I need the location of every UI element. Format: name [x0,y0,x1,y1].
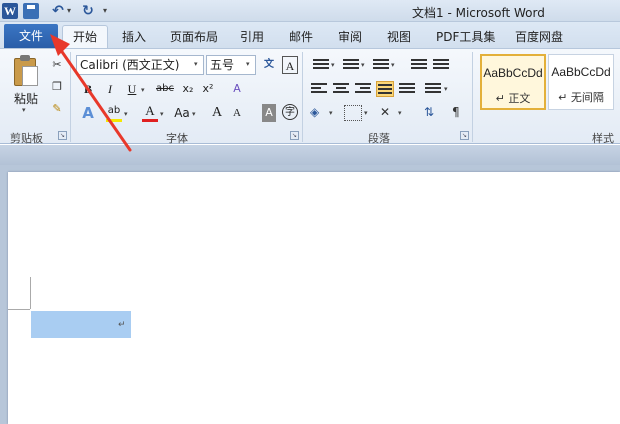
undo-dropdown-icon[interactable]: ▾ [64,3,74,19]
enclose-characters-icon[interactable]: 字 [282,104,298,120]
clear-formatting-icon[interactable]: A [228,80,246,98]
font-launcher-icon[interactable]: ↘ [290,131,299,140]
save-icon[interactable] [23,3,39,19]
multilevel-list-dropdown-icon[interactable]: ▾ [391,61,395,69]
tab-insert[interactable]: 插入 [122,27,146,47]
tab-pdf-tools[interactable]: PDF工具集 [436,27,495,47]
numbering-dropdown-icon[interactable]: ▾ [361,61,365,69]
paste-icon[interactable] [12,54,40,88]
sort-icon[interactable]: ⇅ [424,105,442,121]
increase-indent-icon[interactable] [432,57,450,73]
justify-icon[interactable] [376,81,394,97]
paragraph-group-label: 段落 [368,132,390,145]
phonetic-guide-icon[interactable]: 文 [260,56,278,74]
redo-icon[interactable]: ↻ [80,3,96,19]
tab-page-layout[interactable]: 页面布局 [170,27,218,47]
group-divider [472,52,473,142]
highlight-color-icon[interactable]: ab [106,104,122,122]
subscript-button[interactable]: x₂ [180,80,196,98]
font-name-select[interactable]: Calibri (西文正文) [76,55,204,75]
paragraph-mark: ↵ [118,320,126,330]
style-name: ↵ 无间隔 [558,91,604,104]
character-shading-icon[interactable]: A [262,104,276,122]
decrease-indent-icon[interactable] [410,57,428,73]
shrink-font-icon[interactable]: A [230,104,244,122]
customize-toolbar-icon[interactable]: ▾ [100,3,110,19]
align-center-icon[interactable] [332,81,350,97]
cut-icon[interactable]: ✂ [50,58,64,72]
italic-button[interactable]: I [104,80,116,98]
superscript-button[interactable]: x² [200,80,216,98]
borders-icon[interactable] [344,105,362,121]
paste-button-label[interactable]: 粘贴 [14,90,38,107]
styles-gallery: AaBbCcDd ↵ 正文 AaBbCcDd ↵ 无间隔 [478,54,620,112]
window-title: 文档1 - Microsoft Word [412,6,545,20]
tab-file[interactable]: 文件 [4,24,58,48]
font-color-dropdown-icon[interactable]: ▾ [160,110,164,118]
align-left-icon[interactable] [310,81,328,97]
shading-dropdown-icon[interactable]: ▾ [329,109,333,117]
font-color-icon[interactable]: A [142,104,158,122]
group-divider [302,52,303,142]
tab-review[interactable]: 审阅 [338,27,362,47]
group-divider [70,52,71,142]
text-effects-icon[interactable]: A [80,104,96,122]
font-size-dropdown-icon[interactable]: ▾ [246,60,250,68]
grow-font-icon[interactable]: A [210,104,224,122]
distributed-icon[interactable] [398,81,416,97]
style-sample: AaBbCcDd [483,66,543,80]
text-selection[interactable] [31,311,131,338]
tab-home[interactable]: 开始 [62,25,108,49]
style-no-spacing[interactable]: AaBbCcDd ↵ 无间隔 [548,54,614,110]
borders-dropdown-icon[interactable]: ▾ [364,109,368,117]
multilevel-list-icon[interactable] [372,57,390,73]
word-app-icon[interactable]: W [2,3,18,19]
tab-view[interactable]: 视图 [387,27,411,47]
paragraph-launcher-icon[interactable]: ↘ [460,131,469,140]
margin-marker [30,277,31,309]
copy-icon[interactable]: ❐ [50,80,64,94]
change-case-icon[interactable]: Aa [172,104,192,122]
show-marks-icon[interactable]: ¶ [452,105,470,121]
bullets-dropdown-icon[interactable]: ▾ [331,61,335,69]
tab-mailings[interactable]: 邮件 [289,27,313,47]
document-page[interactable] [8,172,620,424]
numbering-icon[interactable] [342,57,360,73]
align-right-icon[interactable] [354,81,372,97]
chinese-layout-icon[interactable]: ✕ [380,105,398,121]
line-spacing-icon[interactable] [424,81,442,97]
title-bar: W ↶ ▾ ↻ ▾ 文档1 - Microsoft Word [0,0,620,22]
line-spacing-dropdown-icon[interactable]: ▾ [444,85,448,93]
strikethrough-button[interactable]: abc [154,80,176,98]
underline-dropdown-icon[interactable]: ▾ [141,86,145,94]
chinese-layout-dropdown-icon[interactable]: ▾ [398,109,402,117]
character-border-icon[interactable]: A [282,56,298,74]
bullets-icon[interactable] [312,57,330,73]
tab-references[interactable]: 引用 [240,27,264,47]
styles-group-label: 样式 [592,132,614,145]
style-name: ↵ 正文 [495,92,531,105]
underline-button[interactable]: U [126,80,138,98]
shading-icon[interactable]: ◈ [310,105,328,121]
clipboard-launcher-icon[interactable]: ↘ [58,131,67,140]
font-group-label: 字体 [166,132,188,145]
margin-marker [8,309,30,310]
style-normal[interactable]: AaBbCcDd ↵ 正文 [480,54,546,110]
paste-dropdown-icon[interactable]: ▾ [22,106,26,114]
ruler-strip [0,145,620,165]
font-name-dropdown-icon[interactable]: ▾ [194,60,198,68]
bold-button[interactable]: B [82,80,94,98]
clipboard-group-label: 剪贴板 [10,132,43,145]
style-sample: AaBbCcDd [551,65,611,79]
tab-baidu-netdisk[interactable]: 百度网盘 [515,27,563,47]
change-case-dropdown-icon[interactable]: ▾ [192,110,196,118]
format-painter-icon[interactable]: ✎ [50,102,64,116]
highlight-dropdown-icon[interactable]: ▾ [124,110,128,118]
